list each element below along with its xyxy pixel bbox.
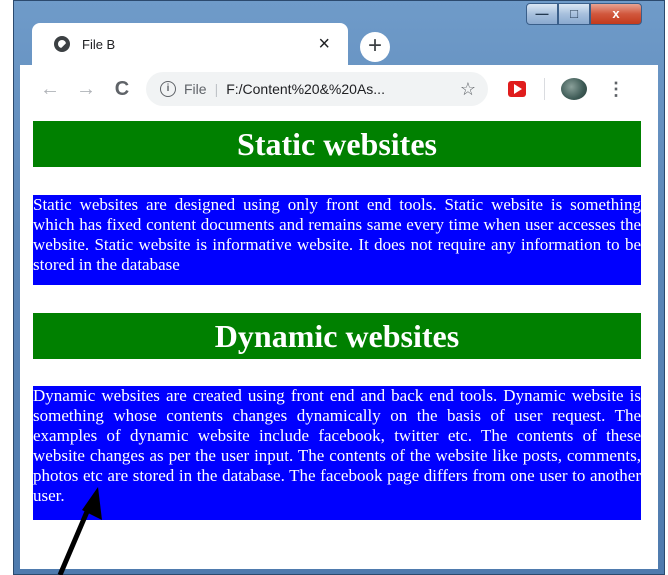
heading-dynamic-websites: Dynamic websites xyxy=(33,313,641,359)
address-url: F:/Content%20&%20As... xyxy=(226,81,385,97)
address-separator: | xyxy=(214,81,219,97)
youtube-extension-icon[interactable] xyxy=(508,81,526,97)
back-icon[interactable]: ← xyxy=(32,78,68,101)
window-controls: — □ x xyxy=(526,3,642,25)
maximize-button[interactable]: □ xyxy=(558,3,590,25)
address-scheme: File xyxy=(184,81,207,97)
minimize-button[interactable]: — xyxy=(526,3,558,25)
new-tab-button[interactable]: + xyxy=(360,32,390,62)
tab-strip: File B × + — □ x xyxy=(14,1,664,65)
forward-icon[interactable]: → xyxy=(68,78,104,101)
address-bar[interactable]: i File | F:/Content%20&%20As... ☆ xyxy=(146,72,488,106)
heading-static-websites: Static websites xyxy=(33,121,641,167)
info-icon[interactable]: i xyxy=(160,81,176,97)
toolbar-divider xyxy=(544,78,545,100)
profile-avatar-icon[interactable] xyxy=(561,78,587,100)
browser-toolbar: ← → C i File | F:/Content%20&%20As... ☆ … xyxy=(20,65,658,113)
close-tab-icon[interactable]: × xyxy=(318,34,330,54)
globe-icon xyxy=(54,36,70,52)
close-window-button[interactable]: x xyxy=(590,3,642,25)
menu-icon[interactable]: ⋮ xyxy=(607,79,625,100)
reload-icon[interactable]: C xyxy=(104,78,140,101)
tab-file-b[interactable]: File B × xyxy=(32,23,348,65)
bookmark-star-icon[interactable]: ☆ xyxy=(460,79,476,100)
tab-title: File B xyxy=(82,36,116,52)
page-content: Static websites Static websites are desi… xyxy=(20,113,658,569)
paragraph-static-websites: Static websites are designed using only … xyxy=(33,195,641,285)
browser-window: File B × + — □ x ← → C i File | F:/Conte… xyxy=(13,0,665,575)
paragraph-dynamic-websites: Dynamic websites are created using front… xyxy=(33,386,641,520)
